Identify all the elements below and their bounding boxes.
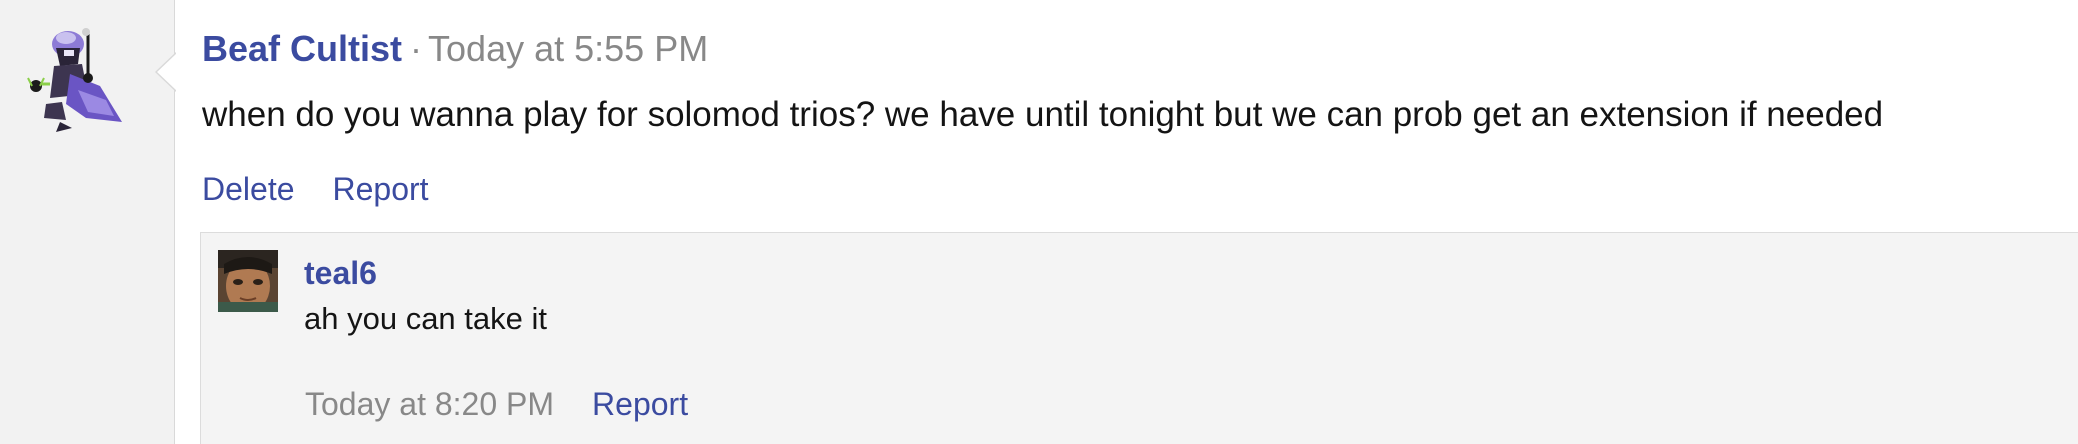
- reply-report-link[interactable]: Report: [592, 386, 688, 422]
- reply-author[interactable]: teal6: [304, 253, 377, 293]
- message-timestamp: Today at 5:55 PM: [428, 28, 709, 69]
- reply-avatar[interactable]: [218, 250, 278, 312]
- reply-body: ah you can take it: [304, 301, 547, 336]
- bubble-pointer: [155, 52, 177, 92]
- message-header: Beaf Cultist · Today at 5:55 PM: [202, 26, 708, 72]
- avatar-gutter: [0, 0, 175, 444]
- header-separator: ·: [410, 28, 423, 69]
- message-actions: Delete Report: [202, 168, 429, 210]
- message-body: when do you wanna play for solomod trios…: [202, 95, 1884, 134]
- reply-meta: Today at 8:20 PM Report: [305, 383, 688, 425]
- delete-link[interactable]: Delete: [202, 171, 295, 207]
- message-author[interactable]: Beaf Cultist: [202, 28, 402, 69]
- reply-timestamp: Today at 8:20 PM: [305, 386, 555, 422]
- user-avatar[interactable]: [26, 24, 130, 136]
- reply-comment: teal6 ah you can take it Today at 8:20 P…: [200, 232, 2078, 444]
- report-link[interactable]: Report: [333, 171, 429, 207]
